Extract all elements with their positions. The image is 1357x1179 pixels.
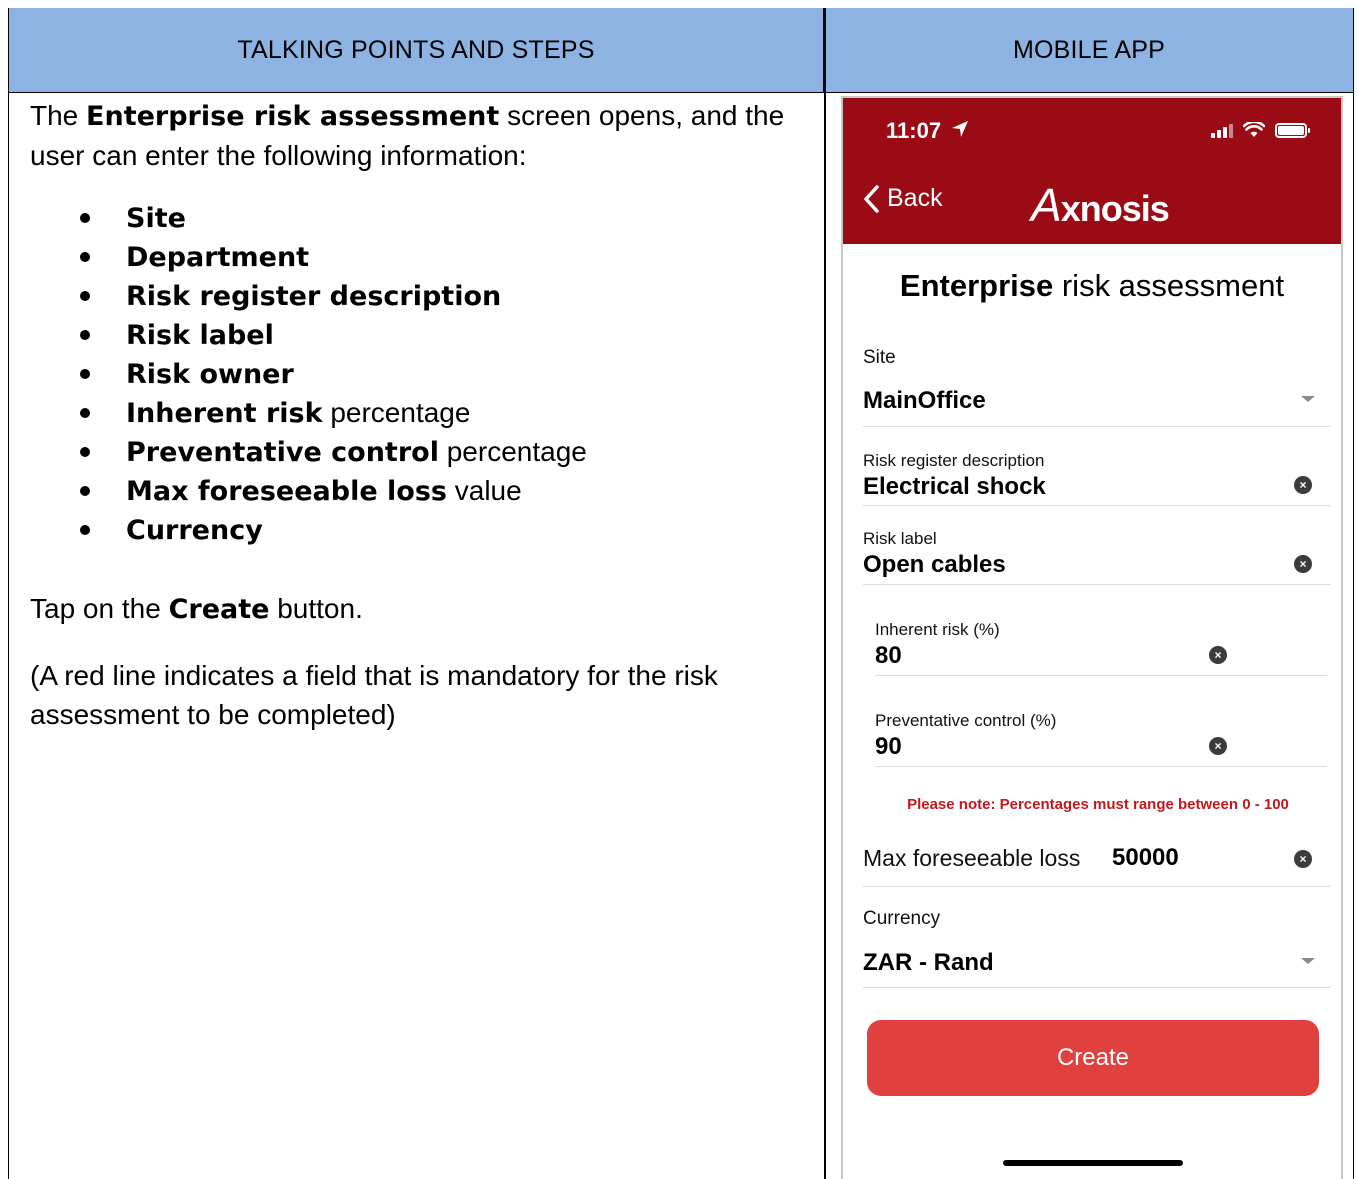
header-mobile-app: MOBILE APP bbox=[825, 8, 1353, 93]
wifi-icon bbox=[1243, 122, 1265, 137]
item-bold: Risk owner bbox=[126, 359, 294, 390]
chevron-left-icon bbox=[864, 184, 879, 213]
logo-rest: xnosis bbox=[1060, 188, 1170, 229]
item-bold: Currency bbox=[126, 515, 263, 546]
bullet-icon bbox=[80, 330, 90, 340]
bullet-icon bbox=[80, 291, 90, 301]
site-label: Site bbox=[863, 347, 896, 368]
risk-label-value: Open cables bbox=[863, 551, 1006, 578]
inherent-risk-label: Inherent risk (%) bbox=[875, 620, 1000, 639]
item-bold: Risk register description bbox=[126, 281, 502, 312]
currency-value: ZAR - Rand bbox=[863, 949, 994, 976]
item-bold: Site bbox=[126, 203, 186, 234]
header-talking-points: TALKING POINTS AND STEPS bbox=[9, 8, 824, 93]
max-loss-field[interactable]: Max foreseeable loss 50000 × bbox=[863, 828, 1331, 887]
bullet-icon bbox=[80, 447, 90, 457]
list-item: Department bbox=[30, 237, 810, 276]
time-text: 11:07 bbox=[886, 118, 942, 143]
risk-label-label: Risk label bbox=[863, 529, 937, 548]
app-header: 11:07 Back Axnosis bbox=[843, 98, 1341, 244]
risk-label-field[interactable]: Risk label Open cables × bbox=[863, 506, 1331, 585]
clear-icon[interactable]: × bbox=[1294, 555, 1312, 573]
status-time: 11:07 bbox=[886, 118, 969, 144]
clear-icon[interactable]: × bbox=[1294, 850, 1312, 868]
item-bold: Inherent risk bbox=[126, 398, 323, 429]
currency-label: Currency bbox=[863, 908, 941, 929]
page-title: Enterprise risk assessment bbox=[843, 268, 1341, 304]
title-bold: Enterprise bbox=[899, 268, 1054, 303]
inherent-risk-value: 80 bbox=[875, 642, 902, 669]
battery-icon bbox=[1275, 123, 1310, 138]
column-divider bbox=[824, 8, 826, 1179]
bullet-icon bbox=[80, 525, 90, 535]
create-button[interactable]: Create bbox=[867, 1020, 1319, 1096]
intro-paragraph: The Enterprise risk assessment screen op… bbox=[30, 96, 810, 175]
signal-icon bbox=[1211, 124, 1233, 138]
status-icons bbox=[1211, 122, 1310, 138]
item-rest: percentage bbox=[438, 436, 587, 467]
tap-bold: Create bbox=[168, 594, 270, 625]
bullet-icon bbox=[80, 252, 90, 262]
percentage-note: Please note: Percentages must range betw… bbox=[907, 796, 1289, 813]
max-loss-value: 50000 bbox=[1112, 844, 1179, 871]
back-button[interactable]: Back bbox=[863, 184, 943, 213]
clear-icon[interactable]: × bbox=[1209, 737, 1227, 755]
preventative-control-field[interactable]: Preventative control (%) 90 × bbox=[875, 676, 1327, 767]
logo-initial: A bbox=[1031, 179, 1062, 231]
mandatory-note: (A red line indicates a field that is ma… bbox=[30, 660, 718, 730]
list-item: Risk register description bbox=[30, 276, 810, 315]
back-label: Back bbox=[887, 184, 943, 212]
item-rest: percentage bbox=[322, 397, 471, 428]
tap-instruction: Tap on the Create button. bbox=[30, 589, 810, 629]
risk-description-field[interactable]: Risk register description Electrical sho… bbox=[863, 427, 1331, 506]
risk-description-label: Risk register description bbox=[863, 451, 1045, 470]
item-bold: Department bbox=[126, 242, 310, 273]
bullet-icon bbox=[80, 213, 90, 223]
title-rest: risk assessment bbox=[1053, 268, 1285, 303]
axnosis-logo: Axnosis bbox=[1031, 178, 1170, 232]
list-item: Max foreseeable loss value bbox=[30, 471, 810, 510]
item-bold: Max foreseeable loss bbox=[126, 476, 447, 507]
location-arrow-icon bbox=[952, 121, 969, 137]
list-item: Currency bbox=[30, 510, 810, 549]
max-loss-label: Max foreseeable loss bbox=[863, 845, 1081, 871]
field-list: Site Department Risk register descriptio… bbox=[30, 198, 810, 549]
dropdown-caret-icon bbox=[1301, 396, 1315, 402]
list-item: Risk owner bbox=[30, 354, 810, 393]
home-indicator[interactable] bbox=[1003, 1160, 1183, 1166]
list-item: Inherent risk percentage bbox=[30, 393, 810, 432]
tap-suffix: button. bbox=[269, 593, 363, 624]
item-bold: Preventative control bbox=[126, 437, 439, 468]
bullet-icon bbox=[80, 369, 90, 379]
intro-bold: Enterprise risk assessment bbox=[86, 101, 500, 132]
item-rest: value bbox=[446, 475, 522, 506]
bullet-icon bbox=[80, 408, 90, 418]
list-item: Risk label bbox=[30, 315, 810, 354]
site-value: MainOffice bbox=[863, 387, 986, 414]
item-bold: Risk label bbox=[126, 320, 274, 351]
list-item: Site bbox=[30, 198, 810, 237]
talking-points-column: The Enterprise risk assessment screen op… bbox=[30, 96, 810, 734]
preventative-control-label: Preventative control (%) bbox=[875, 711, 1057, 730]
preventative-control-value: 90 bbox=[875, 733, 902, 760]
list-item: Preventative control percentage bbox=[30, 432, 810, 471]
currency-select[interactable]: Currency ZAR - Rand bbox=[863, 887, 1331, 988]
site-select[interactable]: Site MainOffice bbox=[863, 338, 1331, 427]
inherent-risk-field[interactable]: Inherent risk (%) 80 × bbox=[875, 585, 1327, 676]
phone-screenshot: 11:07 Back Axnosis Enterprise risk asses… bbox=[841, 96, 1343, 1179]
tap-prefix: Tap on the bbox=[30, 593, 169, 624]
intro-prefix: The bbox=[30, 100, 87, 131]
clear-icon[interactable]: × bbox=[1294, 476, 1312, 494]
bullet-icon bbox=[80, 486, 90, 496]
clear-icon[interactable]: × bbox=[1209, 646, 1227, 664]
risk-description-value: Electrical shock bbox=[863, 473, 1046, 500]
dropdown-caret-icon bbox=[1301, 958, 1315, 964]
